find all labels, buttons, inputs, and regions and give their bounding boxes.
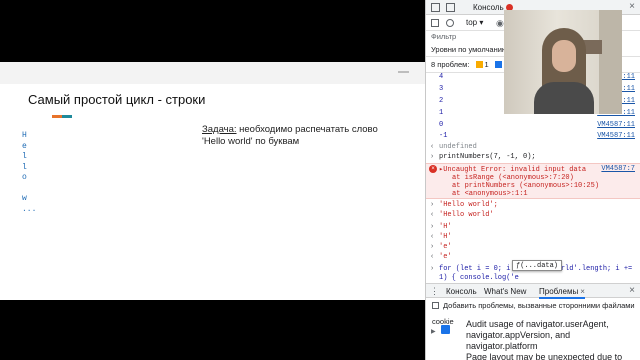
console-line: ‹ undefined [430, 143, 477, 151]
title-underline [52, 115, 72, 118]
issue-info-icon [441, 325, 450, 334]
info-icon [494, 61, 502, 68]
console-line: -1 VM4587:11 [439, 132, 635, 140]
device-toolbar-icon[interactable] [446, 3, 455, 12]
console-line: ›'e' [430, 243, 452, 251]
vertical-letters: H e l l o w ... [22, 131, 36, 215]
input-arrow-icon: › [430, 223, 435, 231]
chevron-right-icon[interactable]: ▶ [431, 328, 436, 335]
problems-warn-count: 1 [484, 60, 489, 69]
issue-title: Audit usage of navigator.userAgent, navi… [466, 319, 609, 351]
console-line: › 'H' [430, 223, 452, 231]
task-description: Задача: необходимо распечатать слово 'He… [202, 124, 402, 148]
close-tab-icon[interactable]: × [580, 287, 585, 296]
console-line: › 'Hello world'; [430, 201, 498, 209]
more-menu-icon[interactable]: ⋮ [430, 286, 439, 297]
drawer-tab-problems-label: Проблемы [539, 287, 579, 296]
letter [22, 184, 36, 195]
error-message: × ▸Uncaught Error: invalid input data VM… [426, 163, 640, 199]
error-icon: × [429, 165, 437, 173]
letter: ... [22, 204, 37, 214]
checkbox-icon[interactable] [432, 302, 439, 309]
task-label: Задача: [202, 124, 237, 135]
problems-label: 8 проблем: [431, 60, 470, 69]
close-icon[interactable]: × [629, 1, 635, 12]
source-link[interactable]: VM4587:11 [597, 121, 635, 129]
clear-console-icon[interactable] [446, 19, 454, 27]
issue-item[interactable]: Page layout may be unexpected due to [426, 352, 640, 360]
issue-item[interactable]: ▶ Audit usage of navigator.userAgent, na… [426, 316, 640, 354]
autocomplete-tooltip: ƒ(...data) [512, 260, 563, 271]
minimize-dash-icon[interactable] [398, 71, 409, 73]
result-arrow-icon: ‹ [430, 253, 435, 261]
drawer-tabbar: ⋮ Консоль What's New Проблемы × × [426, 283, 640, 299]
console-line: › printNumbers(7, -1, 0); [430, 153, 536, 161]
letter: H [22, 131, 27, 140]
close-drawer-icon[interactable]: × [629, 285, 635, 296]
tab-console[interactable]: Консоль [473, 3, 504, 12]
result-arrow-icon: ‹ [430, 233, 435, 241]
presentation-slide: Самый простой цикл - строки H e l l o w … [0, 62, 425, 300]
source-link[interactable]: VM4587:11 [597, 132, 635, 140]
warning-icon [475, 61, 483, 68]
console-line: ‹ 'H' [430, 233, 452, 241]
sidebar-toggle-icon[interactable] [431, 19, 439, 27]
input-arrow-icon: › [430, 265, 435, 273]
result-arrow-icon: ‹ [430, 211, 435, 219]
drawer-tab-console[interactable]: Консоль [446, 287, 477, 296]
screen: Самый простой цикл - строки H e l l o w … [0, 0, 640, 360]
letter: o [22, 173, 27, 182]
drawer-tab-whatsnew[interactable]: What's New [484, 287, 526, 296]
eye-icon[interactable]: ◉ [496, 18, 504, 29]
console-line: ‹ 'Hello world' [430, 211, 494, 219]
slide-title: Самый простой цикл - строки [28, 92, 206, 107]
letter: l [22, 152, 27, 161]
include-third-party-checkbox[interactable]: Добавить проблемы, вызванные сторонними … [426, 298, 640, 326]
slide-top-bar [0, 62, 425, 84]
source-link[interactable]: VM4587:7 [601, 165, 635, 173]
letter: e [22, 141, 27, 151]
issue-title: Page layout may be unexpected due to [466, 352, 623, 360]
inspect-icon[interactable] [431, 3, 440, 12]
input-arrow-icon: › [430, 201, 435, 209]
letter: l [22, 162, 27, 172]
input-arrow-icon: › [430, 153, 435, 161]
levels-label: Уровни по умолчанию [431, 45, 508, 54]
letter: w [22, 194, 27, 203]
input-arrow-icon: › [430, 243, 435, 251]
context-selector[interactable]: top ▾ [466, 18, 483, 27]
result-arrow-icon: ‹ [430, 143, 435, 151]
console-line: 0 VM4587:11 [439, 121, 635, 129]
webcam-video [504, 10, 622, 114]
